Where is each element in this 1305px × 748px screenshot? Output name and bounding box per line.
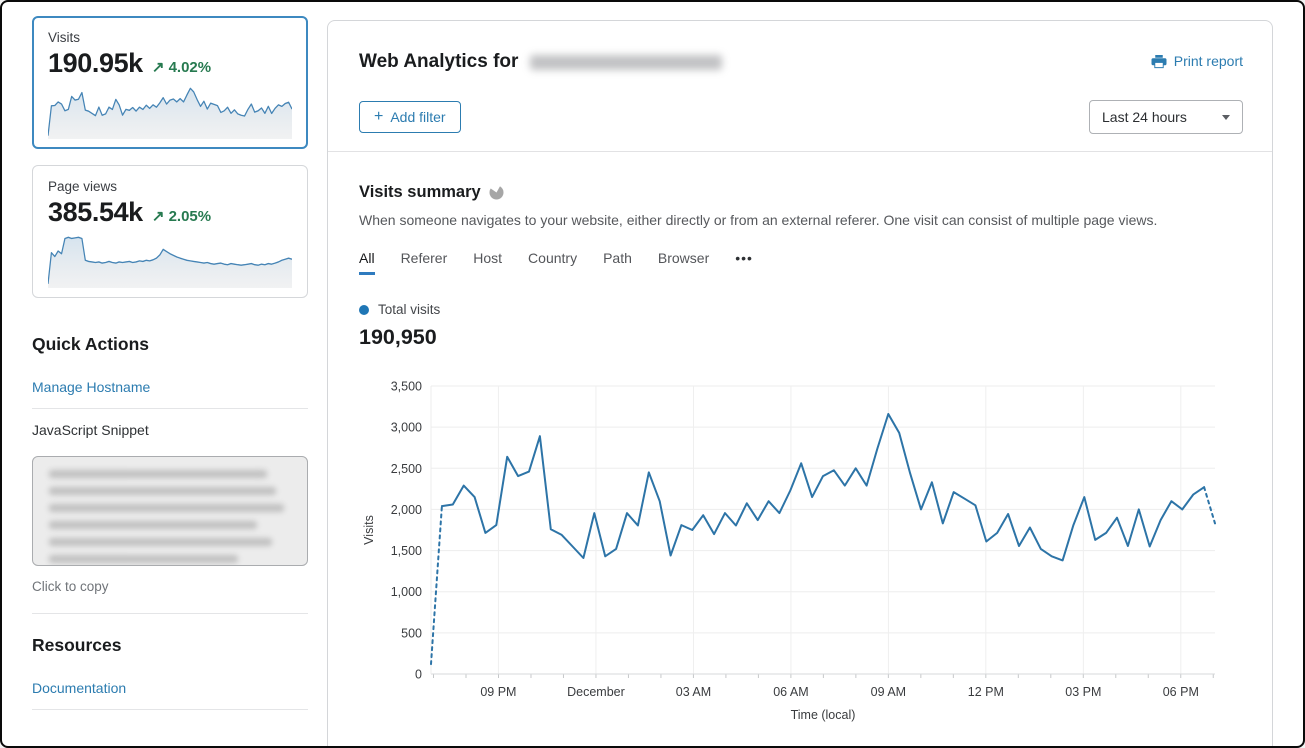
- svg-text:0: 0: [415, 668, 422, 682]
- redacted-code-line: [49, 521, 257, 529]
- tab-browser[interactable]: Browser: [658, 250, 709, 275]
- print-report-label: Print report: [1174, 53, 1243, 69]
- chart-legend: Total visits: [359, 302, 1243, 317]
- trend-up-icon: ↗: [152, 208, 165, 225]
- svg-text:3,500: 3,500: [391, 380, 422, 394]
- svg-text:Visits: Visits: [362, 515, 376, 545]
- chevron-down-icon: [1222, 115, 1230, 120]
- time-range-select[interactable]: Last 24 hours: [1089, 100, 1243, 134]
- metric-card-visits[interactable]: Visits 190.95k ↗ 4.02%: [32, 16, 308, 149]
- metric-label-page-views: Page views: [48, 179, 292, 194]
- svg-text:06 PM: 06 PM: [1163, 685, 1199, 699]
- visits-sparkline-chart: [48, 83, 292, 139]
- divider: [32, 613, 308, 614]
- click-to-copy-hint: Click to copy: [32, 579, 308, 594]
- pageviews-sparkline-chart: [48, 232, 292, 288]
- tab-referer[interactable]: Referer: [401, 250, 448, 275]
- sidebar: Visits 190.95k ↗ 4.02% Page views 385.54…: [32, 16, 308, 710]
- svg-text:3,000: 3,000: [391, 421, 422, 435]
- metric-value-page-views: 385.54k: [48, 197, 143, 228]
- main-panel: Web Analytics for Print report + Add fil…: [327, 20, 1273, 748]
- svg-text:09 PM: 09 PM: [480, 685, 516, 699]
- javascript-snippet-label: JavaScript Snippet: [32, 422, 308, 438]
- add-filter-button[interactable]: + Add filter: [359, 101, 461, 133]
- tab-host[interactable]: Host: [473, 250, 502, 275]
- tab-more[interactable]: •••: [735, 250, 753, 275]
- metric-card-page-views[interactable]: Page views 385.54k ↗ 2.05%: [32, 165, 308, 298]
- redacted-code-line: [49, 555, 238, 563]
- summary-tabs: All Referer Host Country Path Browser ••…: [359, 250, 1243, 275]
- documentation-link[interactable]: Documentation: [32, 680, 308, 696]
- svg-text:1,500: 1,500: [391, 544, 422, 558]
- legend-dot-icon: [359, 305, 369, 315]
- divider: [32, 408, 308, 409]
- manage-hostname-link[interactable]: Manage Hostname: [32, 379, 308, 395]
- pie-chart-icon: [489, 185, 504, 200]
- divider: [32, 709, 308, 710]
- print-report-link[interactable]: Print report: [1151, 53, 1243, 69]
- svg-text:09 AM: 09 AM: [871, 685, 906, 699]
- svg-text:December: December: [567, 685, 625, 699]
- total-visits-value: 190,950: [359, 325, 1243, 350]
- redacted-domain: [530, 55, 722, 70]
- add-filter-label: Add filter: [390, 109, 445, 125]
- summary-description: When someone navigates to your website, …: [359, 212, 1243, 228]
- svg-text:03 PM: 03 PM: [1065, 685, 1101, 699]
- redacted-code-line: [49, 470, 267, 478]
- divider: [328, 151, 1272, 152]
- trend-up-icon: ↗: [152, 59, 165, 76]
- svg-text:06 AM: 06 AM: [773, 685, 808, 699]
- resources-title: Resources: [32, 635, 308, 656]
- page-title-text: Web Analytics for: [359, 51, 518, 73]
- visits-time-series-chart[interactable]: 0 500 1,000 1,500 2,000 2,500 3,000 3,500 09 PM D…: [359, 372, 1243, 736]
- svg-text:2,500: 2,500: [391, 462, 422, 476]
- javascript-snippet-box[interactable]: [32, 456, 308, 566]
- svg-text:03 AM: 03 AM: [676, 685, 711, 699]
- redacted-code-line: [49, 538, 272, 546]
- svg-text:1,000: 1,000: [391, 585, 422, 599]
- tab-path[interactable]: Path: [603, 250, 632, 275]
- svg-text:2,000: 2,000: [391, 503, 422, 517]
- time-range-value: Last 24 hours: [1102, 109, 1187, 125]
- tab-all[interactable]: All: [359, 250, 375, 275]
- metric-delta-page-views: ↗ 2.05%: [152, 207, 211, 225]
- app-frame: Visits 190.95k ↗ 4.02% Page views 385.54…: [0, 0, 1305, 748]
- svg-text:12 PM: 12 PM: [968, 685, 1004, 699]
- metric-delta-value: 2.05%: [169, 208, 212, 225]
- svg-text:Time (local): Time (local): [791, 708, 856, 722]
- metric-delta-value: 4.02%: [169, 59, 212, 76]
- metric-delta-visits: ↗ 4.02%: [152, 58, 211, 76]
- visits-summary-title: Visits summary: [359, 183, 481, 202]
- printer-icon: [1151, 54, 1167, 69]
- legend-label: Total visits: [378, 302, 440, 317]
- redacted-code-line: [49, 487, 276, 495]
- metric-value-visits: 190.95k: [48, 48, 143, 79]
- redacted-code-line: [49, 504, 284, 512]
- quick-actions-title: Quick Actions: [32, 334, 308, 355]
- plus-icon: +: [374, 111, 383, 123]
- metric-label-visits: Visits: [48, 30, 292, 45]
- tab-country[interactable]: Country: [528, 250, 577, 275]
- page-title: Web Analytics for: [359, 51, 722, 73]
- svg-text:500: 500: [401, 626, 422, 640]
